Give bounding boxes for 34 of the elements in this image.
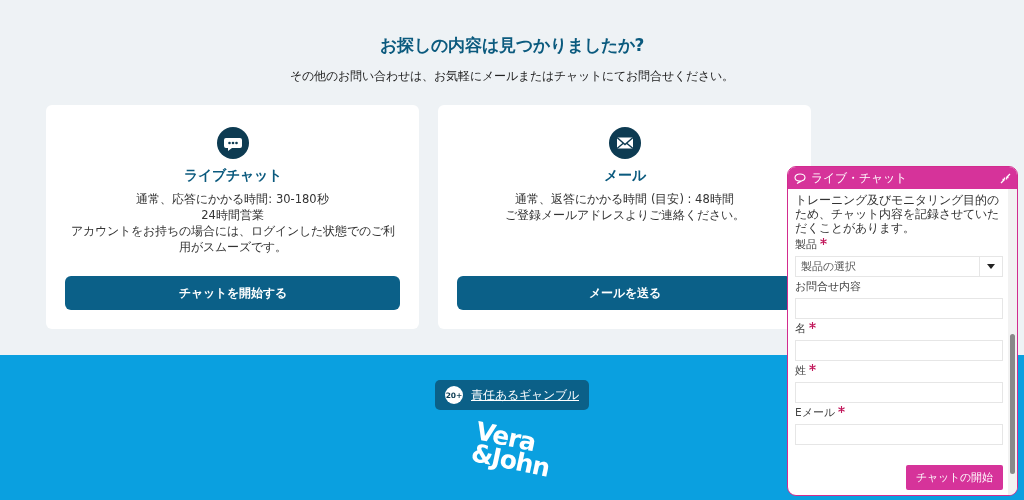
input-field[interactable] [795, 298, 1003, 319]
minimize-icon[interactable] [1000, 172, 1011, 184]
dropdown-caret-icon [987, 264, 995, 269]
input-field[interactable] [795, 340, 1003, 361]
field-label: Eメール [795, 406, 835, 420]
card-title: メール [603, 167, 646, 185]
card-text: 通常、応答にかかる時間: 30-180秒 [136, 191, 329, 207]
recording-notice: トレーニング及びモニタリング目的のため、チャット内容を記録させていただくことがあります。 [795, 193, 1000, 235]
required-asterisk-icon [820, 238, 827, 245]
responsible-gambling-link[interactable]: 責任あるギャンブル [471, 386, 579, 404]
field-label: お問合せ内容 [795, 280, 861, 294]
card-text: 24時間営業 [201, 207, 264, 223]
section-subheading: その他のお問い合わせは、お気軽にメールまたはチャットにてお問合せください。 [289, 69, 735, 84]
field-label: 名 [795, 322, 806, 336]
envelope-icon [608, 127, 641, 159]
section-heading: お探しの内容は見つかりましたか? [378, 34, 646, 57]
speech-bubble-icon [794, 172, 806, 184]
chat-widget-title: ライブ・チャット [811, 169, 908, 187]
input-field[interactable] [795, 382, 1003, 403]
field-label: 製品 [795, 238, 817, 252]
card-text: アカウントをお持ちの場合には、ログインした状態でのご利用がスムーズです。 [69, 223, 396, 255]
required-asterisk-icon [837, 406, 845, 413]
chat-bubble-icon [216, 127, 249, 159]
required-asterisk-icon [809, 322, 816, 329]
card-title: ライブチャット [183, 167, 282, 185]
start-chat-button[interactable]: チャットを開始する [65, 276, 400, 310]
input-field[interactable] [795, 424, 1003, 445]
start-chat-button[interactable]: チャットの開始 [906, 465, 1003, 490]
card-text: ご登録メールアドレスよりご連絡ください。 [504, 207, 745, 223]
product-select[interactable]: 製品の選択 [795, 256, 1003, 277]
field-label: 姓 [795, 364, 806, 378]
scrollbar[interactable] [1008, 189, 1017, 495]
card-text: 通常、返答にかかる時間 (目安) : 48時間 [515, 191, 734, 207]
required-asterisk-icon [809, 364, 816, 371]
